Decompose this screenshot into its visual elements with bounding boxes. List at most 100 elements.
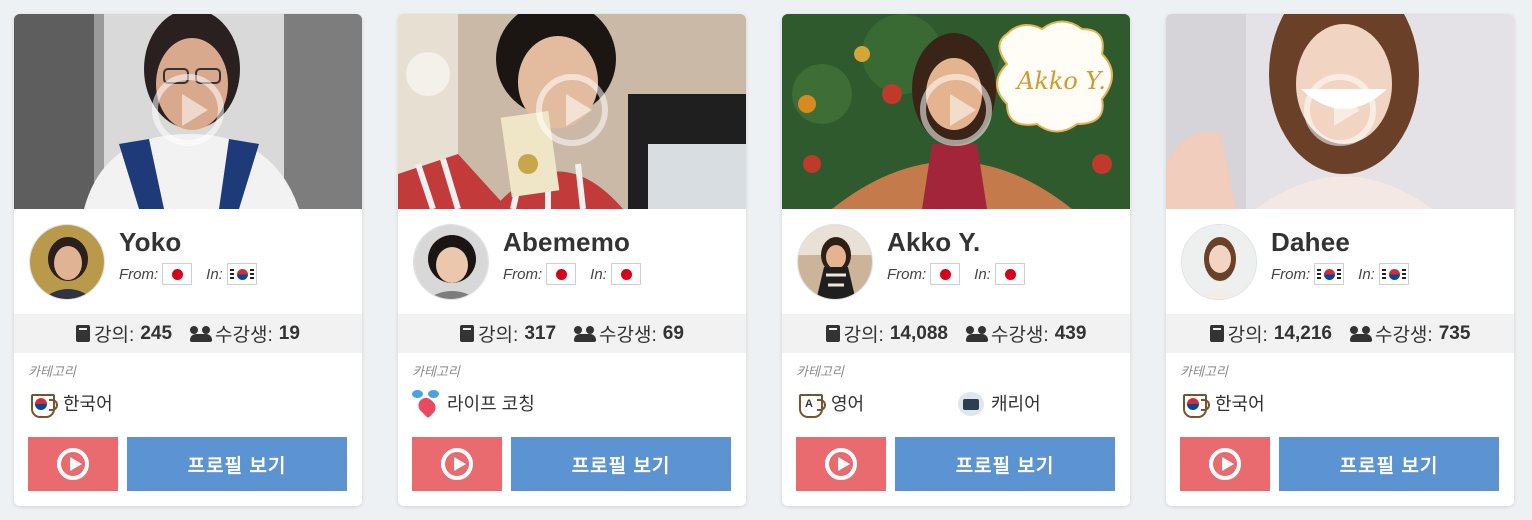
from-label: From:: [887, 265, 927, 283]
category-item[interactable]: 라이프 코칭: [412, 388, 572, 418]
lessons-label: 강의:: [94, 325, 135, 346]
korea-flag-icon: [1314, 263, 1345, 285]
play-circle-icon: [441, 448, 473, 480]
category-list: A 영어 캐리어: [796, 388, 1116, 418]
play-circle-icon: [57, 448, 89, 480]
avatar-image: [30, 225, 104, 299]
avatar-image: [1182, 225, 1256, 299]
korea-flag-icon: [1378, 263, 1409, 285]
view-profile-button[interactable]: 프로필 보기: [1279, 437, 1499, 491]
students-count: 19: [278, 322, 300, 344]
students-stat: 수강생: 69: [574, 320, 684, 347]
teacher-profile-header: Yoko From: In:: [14, 209, 362, 314]
students-stat: 수강생: 19: [190, 320, 300, 347]
teacher-avatar[interactable]: [797, 224, 873, 300]
teacher-name[interactable]: Dahee: [1271, 227, 1350, 258]
category-list: 라이프 코칭: [412, 388, 572, 418]
avatar-image: [414, 225, 488, 299]
intro-video-thumbnail[interactable]: Akko Y.: [782, 14, 1130, 209]
video-play-overlay-icon[interactable]: [1304, 73, 1376, 146]
teacher-stats-bar: 강의: 14,216 수강생: 735: [1166, 314, 1514, 353]
teacher-avatar[interactable]: [29, 224, 105, 300]
japan-flag-icon: [930, 263, 961, 285]
book-icon: [76, 325, 91, 342]
korea-flag-icon: [226, 263, 257, 285]
lessons-stat: 강의: 317: [460, 320, 556, 347]
teacher-stats-bar: 강의: 245 수강생: 19: [14, 314, 362, 353]
students-stat: 수강생: 439: [965, 320, 1087, 347]
students-label: 수강생:: [599, 325, 657, 346]
teacher-card: Akko Y. Akko Y. From: In: 강의: 14,088 수강생…: [782, 14, 1130, 506]
card-actions: 프로필 보기: [796, 437, 1115, 491]
book-icon: [460, 325, 475, 342]
book-icon: [1209, 325, 1224, 342]
teacher-origin: From: In:: [1271, 263, 1423, 285]
lessons-label: 강의:: [1227, 325, 1268, 346]
category-list: 한국어: [1180, 388, 1340, 418]
users-icon: [1349, 325, 1372, 342]
japan-flag-icon: [994, 263, 1025, 285]
from-label: From:: [1271, 265, 1311, 283]
intro-video-thumbnail[interactable]: [398, 14, 746, 209]
students-count: 439: [1054, 322, 1087, 344]
view-profile-button[interactable]: 프로필 보기: [895, 437, 1115, 491]
lessons-count: 14,216: [1273, 322, 1332, 344]
video-play-overlay-icon[interactable]: [920, 73, 992, 146]
category-label: 영어: [831, 394, 865, 414]
video-play-overlay-icon[interactable]: [152, 73, 224, 146]
watch-video-button[interactable]: [28, 437, 118, 491]
teacher-name[interactable]: Abememo: [503, 227, 630, 258]
category-heading: 카테고리: [412, 364, 460, 379]
category-heading: 카테고리: [1180, 364, 1228, 379]
teacher-profile-header: Dahee From: In:: [1166, 209, 1514, 314]
intro-video-thumbnail[interactable]: [14, 14, 362, 209]
students-label: 수강생:: [215, 325, 273, 346]
category-item[interactable]: 캐리어: [956, 388, 1116, 418]
users-icon: [965, 325, 988, 342]
card-actions: 프로필 보기: [412, 437, 731, 491]
category-item[interactable]: 한국어: [28, 388, 188, 418]
in-label: In:: [206, 265, 223, 283]
teacher-origin: From: In:: [503, 263, 655, 285]
card-actions: 프로필 보기: [28, 437, 347, 491]
users-icon: [574, 325, 597, 342]
teacher-card: Dahee From: In: 강의: 14,216 수강생: 735 카테고리: [1166, 14, 1514, 506]
teacher-card-list: Yoko From: In: 강의: 245 수강생: 19 카테고리 한국어 …: [0, 0, 1532, 520]
svg-text:Akko Y.: Akko Y.: [1015, 67, 1106, 95]
teacher-card: Yoko From: In: 강의: 245 수강생: 19 카테고리 한국어 …: [14, 14, 362, 506]
watch-video-button[interactable]: [796, 437, 886, 491]
teacher-avatar[interactable]: [1181, 224, 1257, 300]
english-cup-icon: A: [796, 388, 826, 418]
intro-video-thumbnail[interactable]: [1166, 14, 1514, 209]
teacher-name[interactable]: Akko Y.: [887, 227, 980, 258]
video-play-overlay-icon[interactable]: [536, 73, 608, 146]
korean-cup-icon: [1180, 388, 1210, 418]
from-label: From:: [119, 265, 159, 283]
category-list: 한국어: [28, 388, 188, 418]
briefcase-icon: [956, 388, 986, 418]
category-label: 캐리어: [991, 394, 1041, 414]
japan-flag-icon: [162, 263, 193, 285]
watch-video-button[interactable]: [412, 437, 502, 491]
category-label: 라이프 코칭: [447, 394, 535, 414]
category-item[interactable]: A 영어: [796, 388, 956, 418]
teacher-profile-header: Akko Y. From: In:: [782, 209, 1130, 314]
play-circle-icon: [1209, 448, 1241, 480]
teacher-card: Abememo From: In: 강의: 317 수강생: 69 카테고리 라…: [398, 14, 746, 506]
in-label: In:: [974, 265, 991, 283]
korean-cup-icon: [28, 388, 58, 418]
in-label: In:: [1358, 265, 1375, 283]
watch-video-button[interactable]: [1180, 437, 1270, 491]
teacher-stats-bar: 강의: 14,088 수강생: 439: [782, 314, 1130, 353]
students-label: 수강생:: [990, 325, 1049, 346]
users-icon: [190, 325, 213, 342]
in-label: In:: [590, 265, 607, 283]
teacher-stats-bar: 강의: 317 수강생: 69: [398, 314, 746, 353]
view-profile-button[interactable]: 프로필 보기: [511, 437, 731, 491]
teacher-avatar[interactable]: [413, 224, 489, 300]
view-profile-button[interactable]: 프로필 보기: [127, 437, 347, 491]
category-item[interactable]: 한국어: [1180, 388, 1340, 418]
students-count: 69: [662, 322, 684, 344]
teacher-name[interactable]: Yoko: [119, 227, 181, 258]
heart-chat-icon: [412, 388, 442, 418]
